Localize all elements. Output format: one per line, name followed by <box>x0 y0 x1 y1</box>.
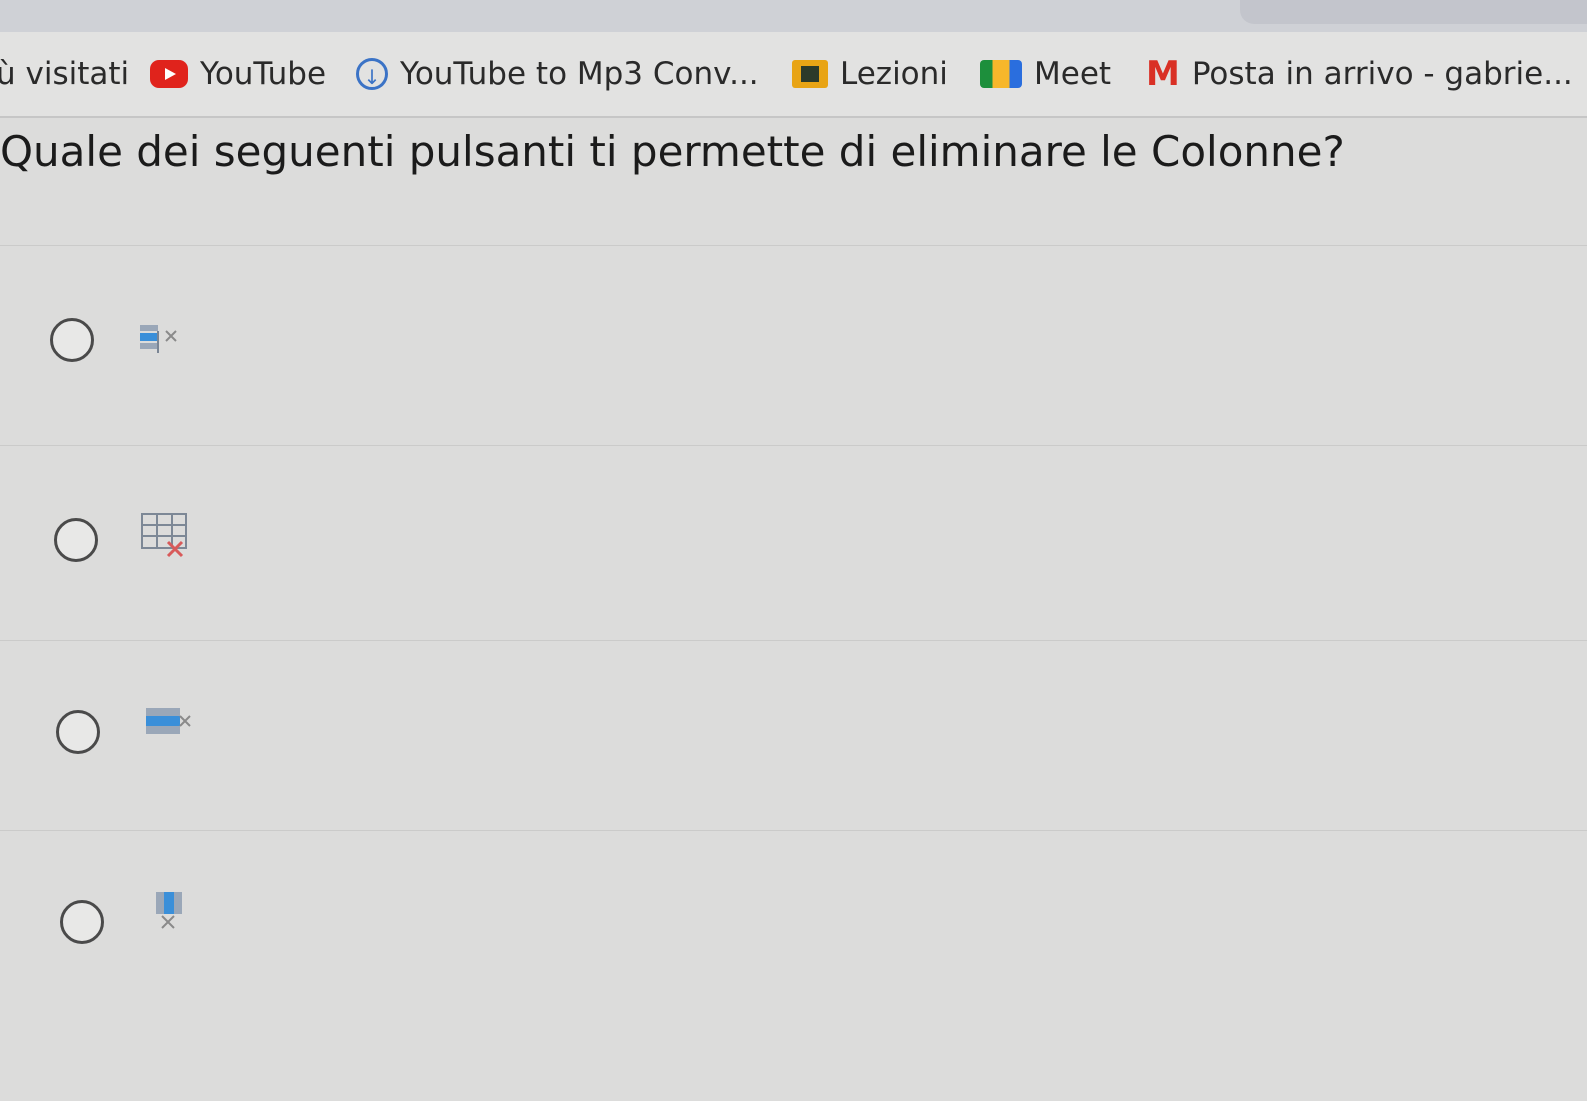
gmail-icon: M <box>1146 54 1180 94</box>
radio-button[interactable] <box>60 900 104 944</box>
answer-option-1[interactable] <box>0 285 1587 405</box>
answer-option-4[interactable] <box>0 862 1587 982</box>
answer-option-3[interactable] <box>0 672 1587 792</box>
meet-icon <box>980 60 1022 88</box>
download-icon: ↓ <box>356 58 388 90</box>
bookmarks-bar: ù visitati YouTube ↓ YouTube to Mp3 Conv… <box>0 32 1587 118</box>
browser-tab[interactable] <box>1240 0 1587 24</box>
bookmark-lezioni[interactable]: Lezioni <box>792 54 948 94</box>
delete-rows-icon <box>146 708 191 734</box>
question-text: Quale dei seguenti pulsanti ti permette … <box>0 127 1345 176</box>
radio-button[interactable] <box>54 518 98 562</box>
delete-columns-icon <box>156 892 182 929</box>
radio-button[interactable] <box>56 710 100 754</box>
browser-tab-strip <box>0 0 1587 32</box>
bookmark-label: Posta in arrivo - gabrie... <box>1191 56 1573 92</box>
divider <box>0 830 1587 831</box>
bookmark-label: Lezioni <box>840 56 948 92</box>
bookmark-label: Meet <box>1034 56 1112 92</box>
divider <box>0 445 1587 446</box>
youtube-icon <box>150 60 188 88</box>
delete-table-icon <box>141 513 187 558</box>
classroom-icon <box>792 60 828 88</box>
answer-option-2[interactable] <box>0 478 1587 598</box>
bookmark-meet[interactable]: Meet <box>980 54 1111 94</box>
delete-cells-icon <box>140 325 177 353</box>
divider <box>0 245 1587 246</box>
bookmark-youtube[interactable]: YouTube <box>150 54 326 94</box>
bookmark-youtube-mp3[interactable]: ↓ YouTube to Mp3 Conv... <box>356 54 759 94</box>
radio-button[interactable] <box>50 318 94 362</box>
bookmark-most-visited[interactable]: ù visitati <box>0 54 129 94</box>
divider <box>0 640 1587 641</box>
bookmark-label: YouTube to Mp3 Conv... <box>400 56 759 92</box>
bookmark-label: ù visitati <box>0 56 130 92</box>
bookmark-label: YouTube <box>200 56 327 92</box>
bookmark-gmail[interactable]: M Posta in arrivo - gabrie... <box>1146 54 1573 94</box>
